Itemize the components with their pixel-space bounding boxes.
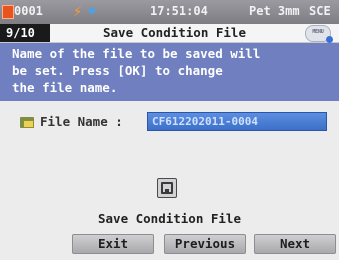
connection-icon: ◆ xyxy=(88,3,96,18)
menu-dot-icon xyxy=(326,36,333,43)
save-condition-label: Save Condition File xyxy=(98,211,241,226)
page-indicator: 9/10 xyxy=(0,24,50,42)
observer-label: Pet 3mm xyxy=(249,4,300,18)
observer-value: Pet xyxy=(249,4,271,18)
folder-icon xyxy=(20,116,34,128)
page-title: Save Condition File xyxy=(103,25,246,40)
instrument-screen: 0001 ⚡ ◆ 17:51:04 Pet 3mm SCE 9/10 Save … xyxy=(0,0,339,260)
file-name-field[interactable]: CF612202011-0004 xyxy=(147,112,327,131)
aperture-value: 3mm xyxy=(277,4,300,18)
instruction-message: Name of the file to be saved will be set… xyxy=(0,43,339,101)
measurement-mode: SCE xyxy=(309,4,331,18)
record-badge-icon xyxy=(2,5,14,19)
previous-button[interactable]: Previous xyxy=(164,234,246,254)
floppy-disk-icon[interactable] xyxy=(157,178,177,198)
menu-icon[interactable]: MENU xyxy=(305,25,333,43)
next-button[interactable]: Next xyxy=(254,234,336,254)
battery-bolt-icon: ⚡ xyxy=(73,2,83,20)
menu-icon-label: MENU xyxy=(312,29,324,35)
exit-button[interactable]: Exit xyxy=(72,234,154,254)
channel-number: 0001 xyxy=(14,4,43,18)
clock-time: 17:51:04 xyxy=(150,4,208,18)
file-name-label: File Name : xyxy=(40,114,123,129)
title-bar: 9/10 Save Condition File MENU xyxy=(0,24,339,43)
status-bar: 0001 ⚡ ◆ 17:51:04 Pet 3mm SCE xyxy=(0,0,339,24)
